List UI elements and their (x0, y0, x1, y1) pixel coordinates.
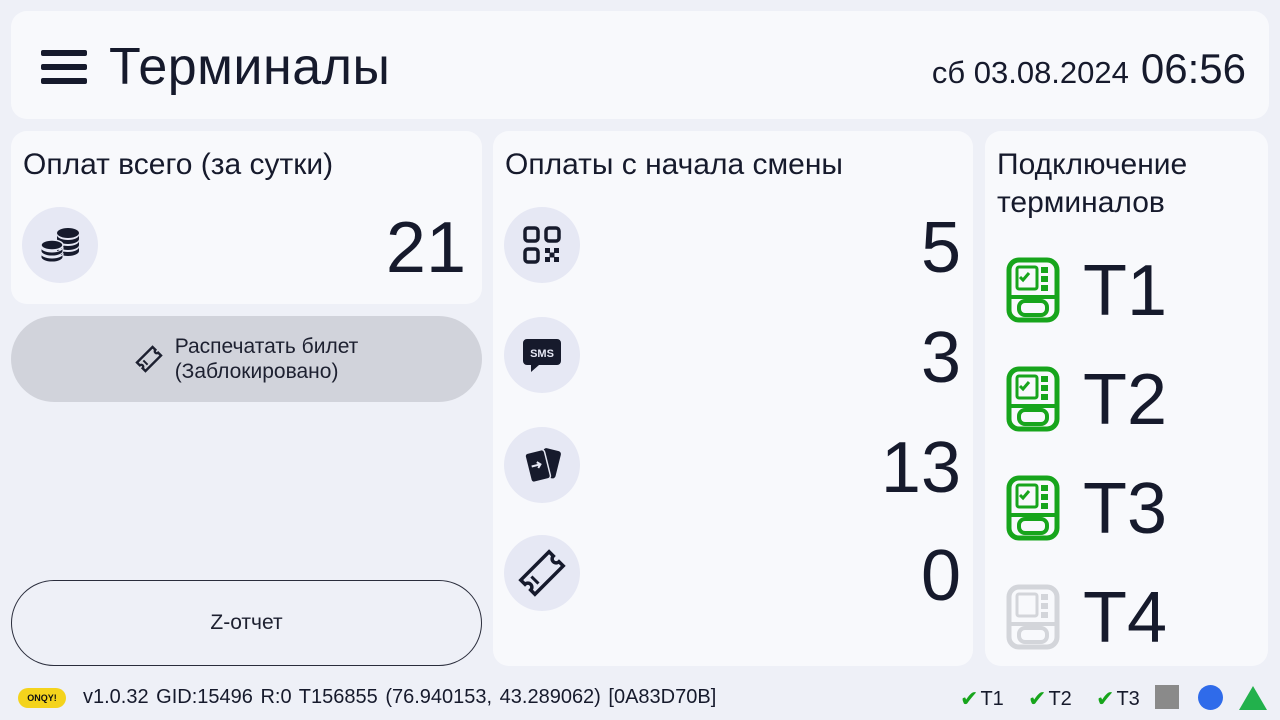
shift-qr-value: 5 (920, 208, 961, 288)
terminal-row: T3 (985, 461, 1268, 561)
svg-text:SMS: SMS (530, 348, 554, 360)
shift-row-sms: SMS 3 (493, 317, 973, 427)
square-indicator-icon (1155, 685, 1179, 709)
terminal-label: T2 (1083, 360, 1168, 440)
shift-tickets-value: 0 (920, 536, 961, 616)
terminal-icon (1006, 584, 1060, 650)
terminal-connection-card: Подключение терминалов T1 T2 T3 T4 (985, 131, 1268, 666)
total-payments-title: Оплат всего (за сутки) (23, 148, 334, 181)
menu-icon[interactable] (41, 50, 89, 86)
header-bar: Терминалы сб 03.08.2024 06:56 (11, 11, 1269, 119)
check-icon: ✔ (1028, 686, 1047, 711)
coins-icon (22, 207, 98, 283)
status-t3: ✔ T3 (1096, 686, 1140, 711)
terminal-label: T3 (1083, 469, 1168, 549)
qr-code-icon (504, 207, 580, 283)
terminal-icon (1006, 366, 1060, 432)
time-text: 06:56 (1140, 45, 1246, 92)
terminal-label: T1 (1083, 251, 1168, 331)
status-info: v1.0.32 GID:15496 R:0 T156855 (76.940153… (83, 686, 716, 709)
date-text: сб 03.08.2024 (931, 55, 1129, 90)
triangle-indicator-icon (1239, 686, 1267, 710)
print-ticket-label: Распечатать билет (Заблокировано) (174, 335, 359, 383)
shift-cards-value: 13 (880, 428, 961, 508)
page-title: Терминалы (109, 38, 391, 96)
total-payments-value: 21 (385, 208, 466, 288)
total-payments-card: Оплат всего (за сутки) 21 (11, 131, 482, 304)
terminal-row: T1 (985, 243, 1268, 343)
gid-text: GID:15496 (156, 686, 253, 708)
terminal-row: T2 (985, 352, 1268, 452)
ticket-icon (504, 535, 580, 611)
terminal-icon (1006, 475, 1060, 541)
terminal-row: T4 (985, 570, 1268, 670)
version-text: v1.0.32 (83, 686, 149, 708)
shift-row-tickets: 0 (493, 535, 973, 645)
circle-indicator-icon (1198, 685, 1223, 710)
shift-sms-value: 3 (920, 318, 961, 398)
shift-row-qr: 5 (493, 207, 973, 317)
cards-icon (504, 427, 580, 503)
tid-text: T156855 (298, 686, 378, 708)
check-icon: ✔ (1096, 686, 1115, 711)
terminal-connection-title: Подключение терминалов (997, 148, 1188, 219)
terminal-label: T4 (1083, 578, 1168, 658)
onqy-logo: ONQY! (18, 688, 66, 708)
status-bar: ONQY! v1.0.32 GID:15496 R:0 T156855 (76.… (0, 676, 1280, 720)
shift-payments-title: Оплаты с начала смены (505, 148, 843, 181)
r-text: R:0 (260, 686, 292, 708)
sms-icon: SMS (504, 317, 580, 393)
check-icon: ✔ (960, 686, 979, 711)
z-report-button[interactable]: Z-отчет (11, 580, 482, 666)
status-t1: ✔ T1 (960, 686, 1004, 711)
shift-row-cards: 13 (493, 427, 973, 537)
hex-text: [0A83D70B] (608, 686, 717, 708)
coords-text: (76.940153, 43.289062) (385, 686, 601, 708)
terminal-icon (1006, 257, 1060, 323)
print-ticket-button[interactable]: Распечатать билет (Заблокировано) (11, 316, 482, 402)
shift-payments-card: Оплаты с начала смены 5 SMS 3 13 0 (493, 131, 973, 666)
ticket-icon (134, 345, 163, 373)
datetime: сб 03.08.2024 06:56 (932, 45, 1246, 93)
status-t2: ✔ T2 (1028, 686, 1072, 711)
